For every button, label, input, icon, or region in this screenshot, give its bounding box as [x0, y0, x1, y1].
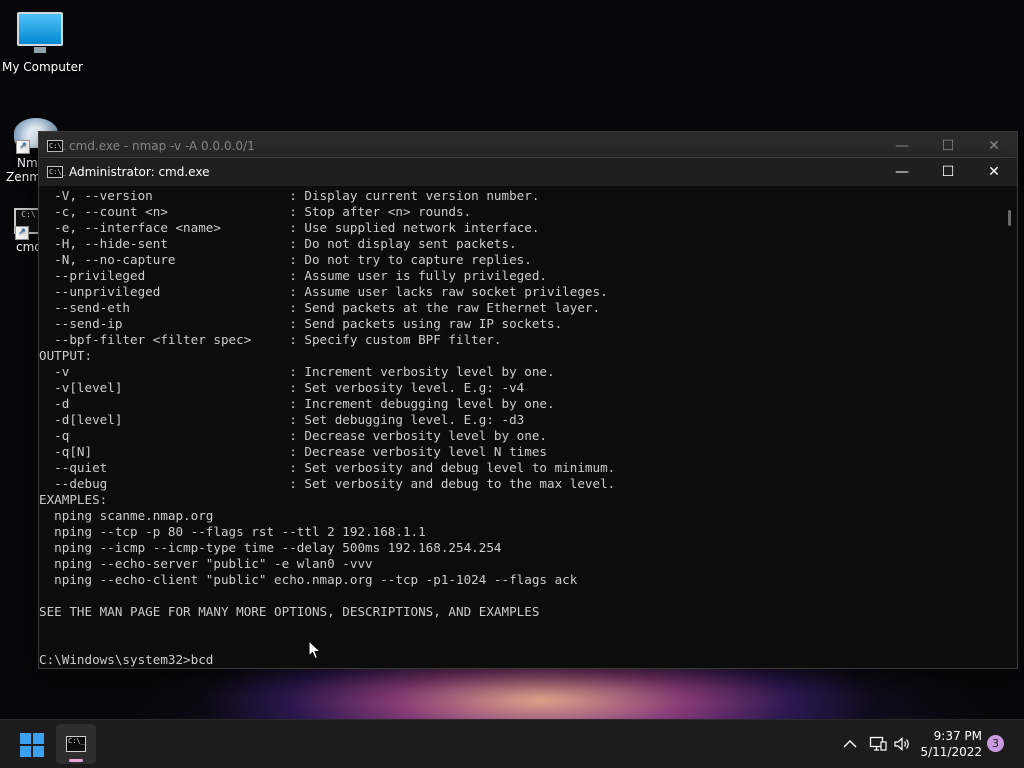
window-admin-cmd[interactable]: C:\_ Administrator: cmd.exe — ☐ ✕ -V, --… [38, 157, 1018, 669]
chevron-up-icon [843, 740, 857, 748]
desktop-icon-my-computer[interactable]: My Computer [2, 12, 83, 74]
network-icon [869, 736, 887, 751]
console-line: --quiet : Set verbosity and debug level … [39, 460, 616, 475]
running-indicator [69, 759, 83, 762]
minimize-button[interactable]: — [879, 132, 925, 160]
console-line: -e, --interface <name> : Use supplied ne… [39, 220, 540, 235]
tray-chevron-button[interactable] [838, 720, 862, 768]
console-line: -V, --version : Display current version … [39, 188, 540, 203]
notification-badge[interactable]: 3 [987, 735, 1004, 752]
console-line: -v[level] : Set verbosity level. E.g: -v… [39, 380, 525, 395]
titlebar-back[interactable]: C:\_ cmd.exe - nmap -v -A 0.0.0.0/1 — ☐ … [39, 132, 1017, 160]
console-line: nping --icmp --icmp-type time --delay 50… [39, 540, 502, 555]
close-button[interactable]: ✕ [971, 158, 1017, 186]
taskbar-clock[interactable]: 9:37 PM 5/11/2022 [912, 728, 982, 760]
volume-button[interactable] [890, 720, 914, 768]
console-line: nping --tcp -p 80 --flags rst --ttl 2 19… [39, 524, 426, 539]
console-line: SEE THE MAN PAGE FOR MANY MORE OPTIONS, … [39, 604, 540, 619]
minimize-icon: — [895, 138, 909, 154]
clock-date: 5/11/2022 [920, 745, 982, 759]
taskbar-cmd-button[interactable]: C:\_ [56, 724, 96, 764]
close-button[interactable]: ✕ [971, 132, 1017, 160]
maximize-button[interactable]: ☐ [925, 158, 971, 186]
maximize-icon: ☐ [941, 164, 955, 180]
console-text: -V, --version : Display current version … [39, 188, 1001, 668]
console-line: OUTPUT: [39, 348, 93, 363]
console-line: -v : Increment verbosity level by one. [39, 364, 555, 379]
window-title: Administrator: cmd.exe [69, 165, 210, 179]
start-button[interactable] [20, 733, 44, 757]
mouse-cursor-icon [308, 640, 322, 660]
shortcut-arrow-icon: ↗ [16, 140, 30, 154]
clock-time: 9:37 PM [933, 729, 982, 743]
console-line: EXAMPLES: [39, 492, 108, 507]
computer-icon [17, 12, 63, 53]
console-line: -q[N] : Decrease verbosity level N times [39, 444, 547, 459]
close-icon: ✕ [988, 164, 1000, 180]
window-title: cmd.exe - nmap -v -A 0.0.0.0/1 [69, 139, 255, 153]
network-button[interactable] [866, 720, 890, 768]
console-line: --send-eth : Send packets at the raw Eth… [39, 300, 601, 315]
console-line: --unprivileged : Assume user lacks raw s… [39, 284, 608, 299]
cmd-window-icon: C:\_ [47, 140, 66, 152]
console-line: nping --echo-client "public" echo.nmap.o… [39, 572, 578, 587]
taskbar: C:\_ 9:37 PM 5/11/2022 [0, 719, 1024, 768]
desktop-icon-label: My Computer [2, 60, 83, 74]
minimize-icon: — [895, 164, 909, 180]
windows-start-icon-tile [33, 746, 44, 757]
maximize-button[interactable]: ☐ [925, 132, 971, 160]
windows-start-icon-tile [20, 746, 31, 757]
close-icon: ✕ [988, 138, 1000, 154]
console-line: nping --echo-server "public" -e wlan0 -v… [39, 556, 373, 571]
console-line: -c, --count <n> : Stop after <n> rounds. [39, 204, 472, 219]
console-line: --privileged : Assume user is fully priv… [39, 268, 547, 283]
console-line: -d[level] : Set debugging level. E.g: -d… [39, 412, 525, 427]
console-line: -N, --no-capture : Do not try to capture… [39, 252, 532, 267]
console-line: --debug : Set verbosity and debug to the… [39, 476, 616, 491]
cmd-window-icon: C:\_ [47, 166, 66, 178]
cmd-icon: C:\_ [66, 736, 86, 752]
windows-start-icon [20, 733, 31, 744]
console-line: nping scanme.nmap.org [39, 508, 214, 523]
scrollbar-thumb[interactable] [1008, 210, 1011, 226]
console-line: -d : Increment debugging level by one. [39, 396, 555, 411]
console-line: -q : Decrease verbosity level by one. [39, 428, 547, 443]
titlebar-front[interactable]: C:\_ Administrator: cmd.exe — ☐ ✕ [39, 158, 1017, 186]
minimize-button[interactable]: — [879, 158, 925, 186]
console-line: --bpf-filter <filter spec> : Specify cus… [39, 332, 502, 347]
console-line: C:\Windows\system32>bcd [39, 652, 214, 667]
vertical-scrollbar[interactable] [1001, 188, 1017, 668]
windows-start-icon-tile [33, 733, 44, 744]
shortcut-arrow-icon: ↗ [15, 226, 29, 240]
console-output[interactable]: -V, --version : Display current version … [39, 188, 1001, 668]
console-line: --send-ip : Send packets using raw IP so… [39, 316, 563, 331]
maximize-icon: ☐ [941, 138, 955, 154]
console-line: -H, --hide-sent : Do not display sent pa… [39, 236, 517, 251]
volume-icon [894, 737, 909, 751]
